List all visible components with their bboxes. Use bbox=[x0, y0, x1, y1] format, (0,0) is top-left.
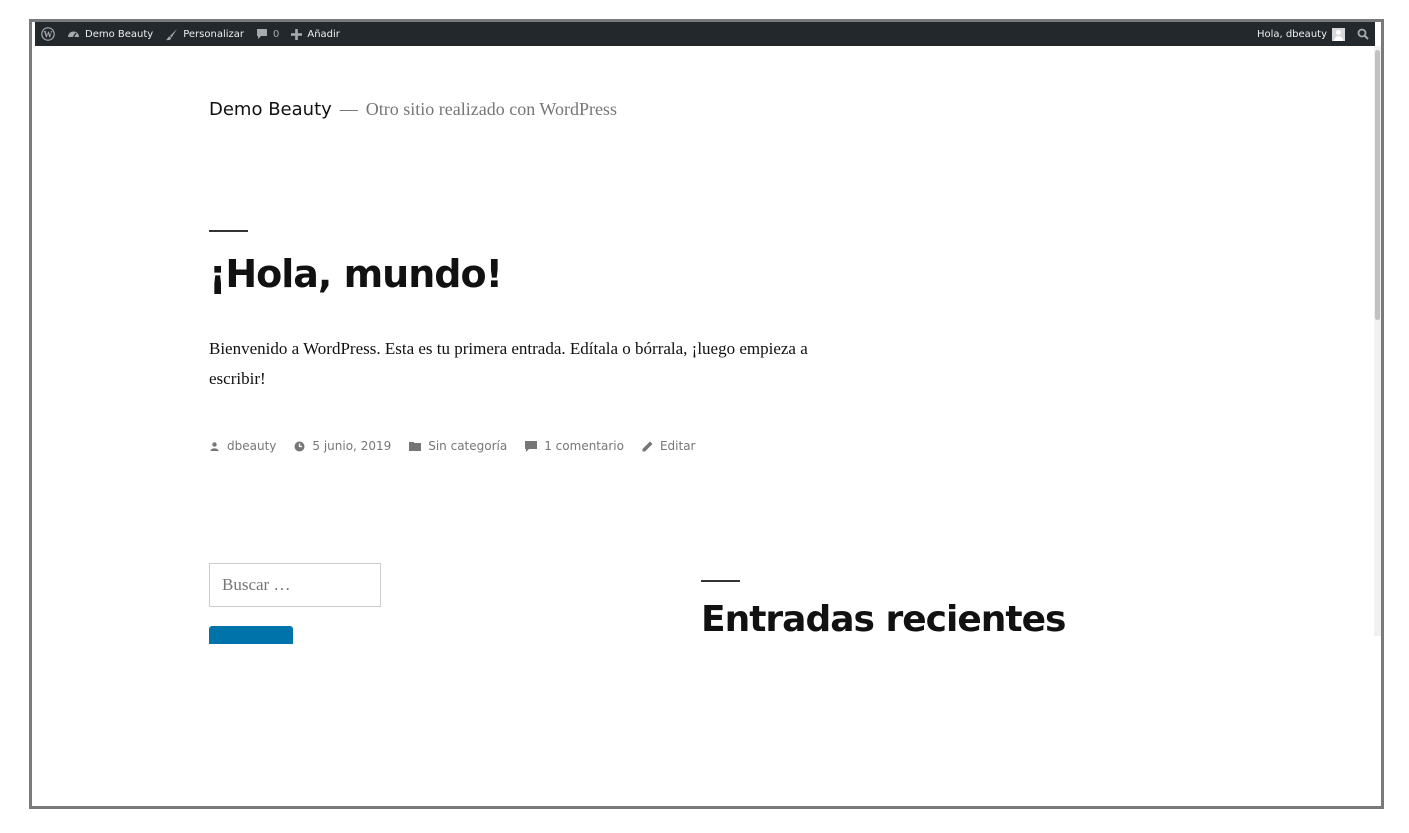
blank-viewport-area bbox=[32, 644, 1381, 806]
page-scrollbar[interactable] bbox=[1374, 46, 1381, 636]
admin-bar-new[interactable]: Añadir bbox=[285, 22, 346, 46]
admin-bar-comments[interactable]: 0 bbox=[250, 22, 285, 46]
person-icon bbox=[209, 441, 220, 452]
pencil-icon bbox=[642, 441, 653, 452]
scrollbar-thumb[interactable] bbox=[1375, 50, 1380, 320]
svg-text:W: W bbox=[44, 30, 53, 40]
post-category-label: Sin categoría bbox=[428, 439, 508, 453]
post-author[interactable]: dbeauty bbox=[209, 439, 276, 453]
folder-icon bbox=[409, 441, 422, 451]
site-branding: Demo Beauty — Otro sitio realizado con W… bbox=[209, 99, 617, 120]
admin-bar-new-label: Añadir bbox=[307, 28, 340, 40]
post-edit-label: Editar bbox=[659, 439, 696, 453]
widget-title-divider bbox=[701, 580, 740, 582]
site-title-separator: — bbox=[339, 99, 358, 119]
dashboard-icon bbox=[67, 28, 80, 41]
wordpress-logo-icon: W bbox=[41, 27, 55, 41]
search-placeholder: Buscar … bbox=[222, 575, 291, 594]
paintbrush-icon bbox=[165, 28, 178, 41]
search-submit-button[interactable] bbox=[209, 626, 293, 644]
site-description: Otro sitio realizado con WordPress bbox=[365, 99, 617, 119]
post-meta: dbeauty 5 junio, 2019 Sin categoría 1 co… bbox=[209, 439, 714, 453]
admin-bar-customize-label: Personalizar bbox=[183, 28, 244, 40]
post-comments-label: 1 comentario bbox=[544, 439, 624, 453]
admin-bar-customize[interactable]: Personalizar bbox=[159, 22, 250, 46]
recent-posts-title: Entradas recientes bbox=[701, 599, 1066, 640]
post-title-divider bbox=[209, 230, 248, 232]
search-icon bbox=[1357, 28, 1369, 40]
admin-bar-account[interactable]: Hola, dbeauty bbox=[1251, 22, 1351, 46]
post-date-label: 5 junio, 2019 bbox=[312, 439, 392, 453]
post-author-label: dbeauty bbox=[227, 439, 277, 453]
plus-icon bbox=[291, 28, 303, 40]
post-title[interactable]: ¡Hola, mundo! bbox=[209, 252, 503, 296]
post-edit-link[interactable]: Editar bbox=[642, 439, 696, 453]
wordpress-logo-menu[interactable]: W bbox=[35, 22, 61, 46]
comment-icon bbox=[525, 440, 538, 452]
search-input[interactable]: Buscar … bbox=[209, 563, 381, 607]
site-title[interactable]: Demo Beauty bbox=[209, 99, 332, 120]
browser-viewport: W Demo Beauty Personalizar 0 Añadir Hola… bbox=[29, 19, 1384, 809]
post-comments-link[interactable]: 1 comentario bbox=[525, 439, 624, 453]
admin-bar: W Demo Beauty Personalizar 0 Añadir Hola… bbox=[35, 22, 1375, 46]
post-category[interactable]: Sin categoría bbox=[409, 439, 507, 453]
clock-icon bbox=[294, 441, 305, 452]
post-date[interactable]: 5 junio, 2019 bbox=[294, 439, 391, 453]
admin-bar-site-name-label: Demo Beauty bbox=[85, 28, 154, 40]
comments-count: 0 bbox=[273, 28, 280, 40]
admin-bar-search[interactable] bbox=[1351, 22, 1375, 46]
avatar bbox=[1332, 27, 1345, 41]
comment-bubble-icon bbox=[256, 28, 268, 40]
post-content: Bienvenido a WordPress. Esta es tu prime… bbox=[209, 339, 808, 388]
admin-bar-site-name[interactable]: Demo Beauty bbox=[61, 22, 159, 46]
account-greeting: Hola, dbeauty bbox=[1256, 28, 1327, 40]
